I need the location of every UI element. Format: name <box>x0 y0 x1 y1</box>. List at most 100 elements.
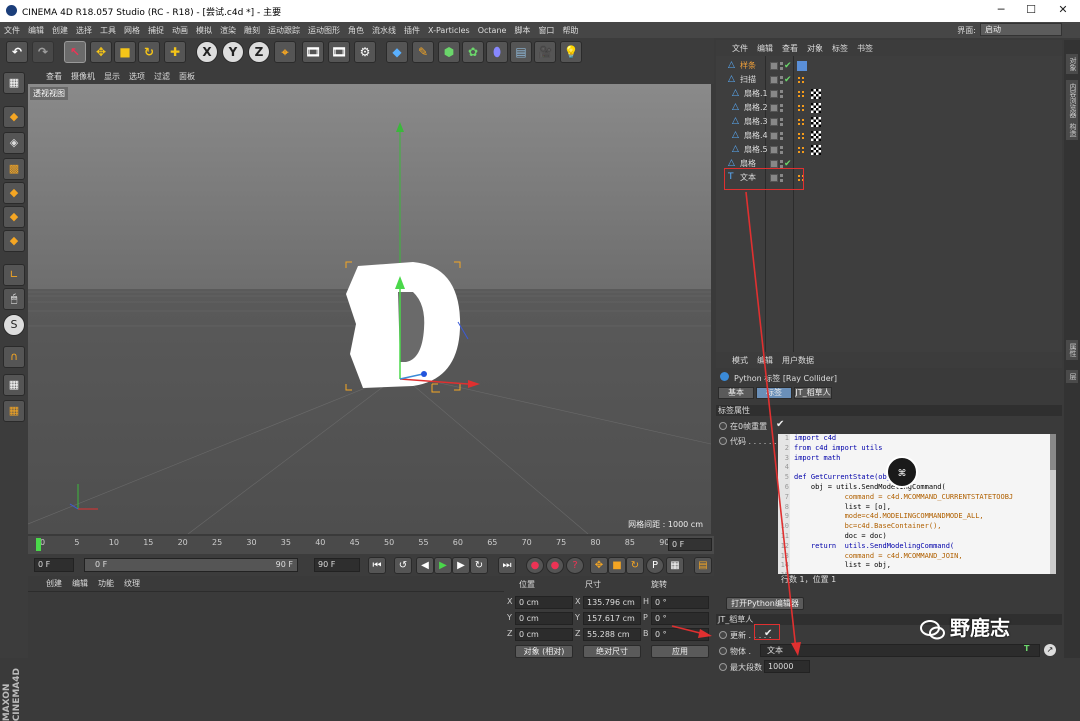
lock-workplane-icon[interactable]: ▦ <box>3 374 25 396</box>
object-menu-item[interactable]: 对象 <box>807 43 823 54</box>
keyframe-selection-icon[interactable]: ? <box>566 557 584 574</box>
object-radio[interactable] <box>719 647 727 655</box>
render-dots-icon[interactable] <box>780 132 783 140</box>
position-field[interactable]: 0 cm <box>515 612 573 625</box>
menu-item[interactable]: 动画 <box>172 25 188 36</box>
subdivision-icon[interactable]: ⬢ <box>438 41 460 63</box>
object-menu-item[interactable]: 文件 <box>732 43 748 54</box>
tab-jt-scarecrow[interactable]: JT_稻草人 <box>794 387 832 399</box>
reset-frame0-checkbox[interactable]: ✔ <box>776 419 784 430</box>
close-button[interactable]: ✕ <box>1048 3 1078 16</box>
viewport-menu-item[interactable]: 选项 <box>129 71 145 82</box>
menu-item[interactable]: 网格 <box>124 25 140 36</box>
render-dots-icon[interactable] <box>780 90 783 98</box>
viewport-menu-item[interactable]: 显示 <box>104 71 120 82</box>
size-field[interactable]: 55.288 cm <box>583 628 641 641</box>
material-tag-icon[interactable] <box>811 131 821 141</box>
solo-icon[interactable]: S <box>3 314 25 336</box>
viewport[interactable]: 透视视图 网格间距 : 1000 cm <box>28 84 711 534</box>
render-dots-icon[interactable] <box>780 76 783 84</box>
menu-item[interactable]: 插件 <box>404 25 420 36</box>
camera-icon[interactable]: 🎥 <box>534 41 556 63</box>
next-frame-icon[interactable]: ▶ <box>452 557 470 574</box>
phong-tag-icon[interactable] <box>797 118 804 125</box>
model-mode-icon[interactable]: ◆ <box>3 106 25 128</box>
object-row[interactable]: △ 扇格.2 <box>716 101 1062 115</box>
move-icon[interactable]: ✥ <box>90 41 112 63</box>
rotation-field[interactable]: 0 ° <box>651 596 709 609</box>
make-editable-icon[interactable]: ▦ <box>3 72 25 94</box>
object-row[interactable]: △ 样条 ✔ <box>716 59 1062 73</box>
texture-mode-icon[interactable]: ◈ <box>3 132 25 154</box>
phong-tag-icon[interactable] <box>797 132 804 139</box>
deformer-icon[interactable]: ⬮ <box>486 41 508 63</box>
menu-item[interactable]: 捕捉 <box>148 25 164 36</box>
right-tab[interactable]: 层 <box>1066 370 1078 383</box>
object-row[interactable]: △ 扫描 ✔ <box>716 73 1062 87</box>
material-menu-item[interactable]: 编辑 <box>72 578 88 589</box>
prev-key-icon[interactable]: ↺ <box>394 557 412 574</box>
floor-icon[interactable]: ▤ <box>510 41 532 63</box>
menu-item[interactable]: 文件 <box>4 25 20 36</box>
phong-tag-icon[interactable] <box>797 146 804 153</box>
timeline[interactable]: 0 5 10 15 20 25 30 35 40 45 50 55 60 65 70 75 80 85 90 0 F <box>28 536 714 554</box>
key-param-icon[interactable]: P <box>646 557 664 574</box>
phong-tag-icon[interactable] <box>797 90 804 97</box>
python-tag-icon[interactable] <box>797 61 807 71</box>
live-select-icon[interactable]: ↖ <box>64 41 86 63</box>
material-menu-item[interactable]: 纹理 <box>124 578 140 589</box>
object-menu-item[interactable]: 标签 <box>832 43 848 54</box>
timeline-window-icon[interactable]: ▤ <box>694 557 712 574</box>
tab-basic[interactable]: 基本 <box>718 387 754 399</box>
menu-item[interactable]: 选择 <box>76 25 92 36</box>
material-tag-icon[interactable] <box>811 117 821 127</box>
visibility-toggle-icon[interactable] <box>770 118 778 126</box>
menu-item[interactable]: 模拟 <box>196 25 212 36</box>
menu-item[interactable]: 雕刻 <box>244 25 260 36</box>
menu-item[interactable]: 编辑 <box>28 25 44 36</box>
render-view-icon[interactable]: 🎞 <box>302 41 324 63</box>
code-editor[interactable]: 123456789101112131415 import c4dfrom c4d… <box>778 434 1056 584</box>
menu-item[interactable]: 运动图形 <box>308 25 340 36</box>
polygon-mode-icon[interactable]: ◆ <box>3 230 25 252</box>
visibility-toggle-icon[interactable] <box>770 146 778 154</box>
move-icon-2[interactable]: ✚ <box>164 41 186 63</box>
size-field[interactable]: 135.796 cm <box>583 596 641 609</box>
minimize-button[interactable]: ─ <box>986 3 1016 16</box>
key-pla-icon[interactable]: ▦ <box>666 557 684 574</box>
visibility-toggle-icon[interactable] <box>770 90 778 98</box>
object-row[interactable]: △ 扇格.5 <box>716 143 1062 157</box>
cloner-icon[interactable]: ✿ <box>462 41 484 63</box>
coord-mode-select[interactable]: 对象 (相对) <box>515 645 573 658</box>
visibility-toggle-icon[interactable] <box>770 132 778 140</box>
viewport-menu-item[interactable]: 查看 <box>46 71 62 82</box>
visibility-toggle-icon[interactable] <box>770 160 778 168</box>
enabled-check-icon[interactable]: ✔ <box>784 73 792 87</box>
viewport-menu-item[interactable]: 面板 <box>179 71 195 82</box>
menu-item[interactable]: X-Particles <box>428 26 470 35</box>
size-mode-select[interactable]: 绝对尺寸 <box>583 645 641 658</box>
key-rotation-icon[interactable]: ↻ <box>626 557 644 574</box>
y-axis-icon[interactable]: Y <box>222 41 244 63</box>
render-dots-icon[interactable] <box>780 104 783 112</box>
viewport-menu-item[interactable]: 过滤 <box>154 71 170 82</box>
right-tab[interactable]: 对象 <box>1066 54 1078 74</box>
render-settings-icon[interactable]: ⚙ <box>354 41 376 63</box>
apply-button[interactable]: 应用 <box>651 645 709 658</box>
max-segments-field[interactable]: 10000 <box>764 660 810 673</box>
scale-icon[interactable]: ■ <box>114 41 136 63</box>
rotation-field[interactable]: 0 ° <box>651 612 709 625</box>
cube-icon[interactable]: ◆ <box>386 41 408 63</box>
update-radio[interactable] <box>719 631 727 639</box>
text-object-d[interactable] <box>346 262 461 388</box>
rotate-icon[interactable]: ↻ <box>138 41 160 63</box>
reset-frame0-radio[interactable] <box>719 422 727 430</box>
max-segments-radio[interactable] <box>719 663 727 671</box>
render-dots-icon[interactable] <box>780 118 783 126</box>
next-key-icon[interactable]: ↻ <box>470 557 488 574</box>
phong-tag-icon[interactable] <box>797 76 804 83</box>
menu-item[interactable]: 帮助 <box>562 25 578 36</box>
layout-select[interactable]: 启动 <box>980 23 1062 36</box>
material-tag-icon[interactable] <box>811 103 821 113</box>
object-list[interactable]: △ 样条 ✔ △ 扫描 ✔ △ 扇格.1 △ 扇格.2 △ 扇格.3 △ 扇格.4 △ 扇格.5 △ 扇格 ✔ T 文本 <box>716 56 1062 352</box>
